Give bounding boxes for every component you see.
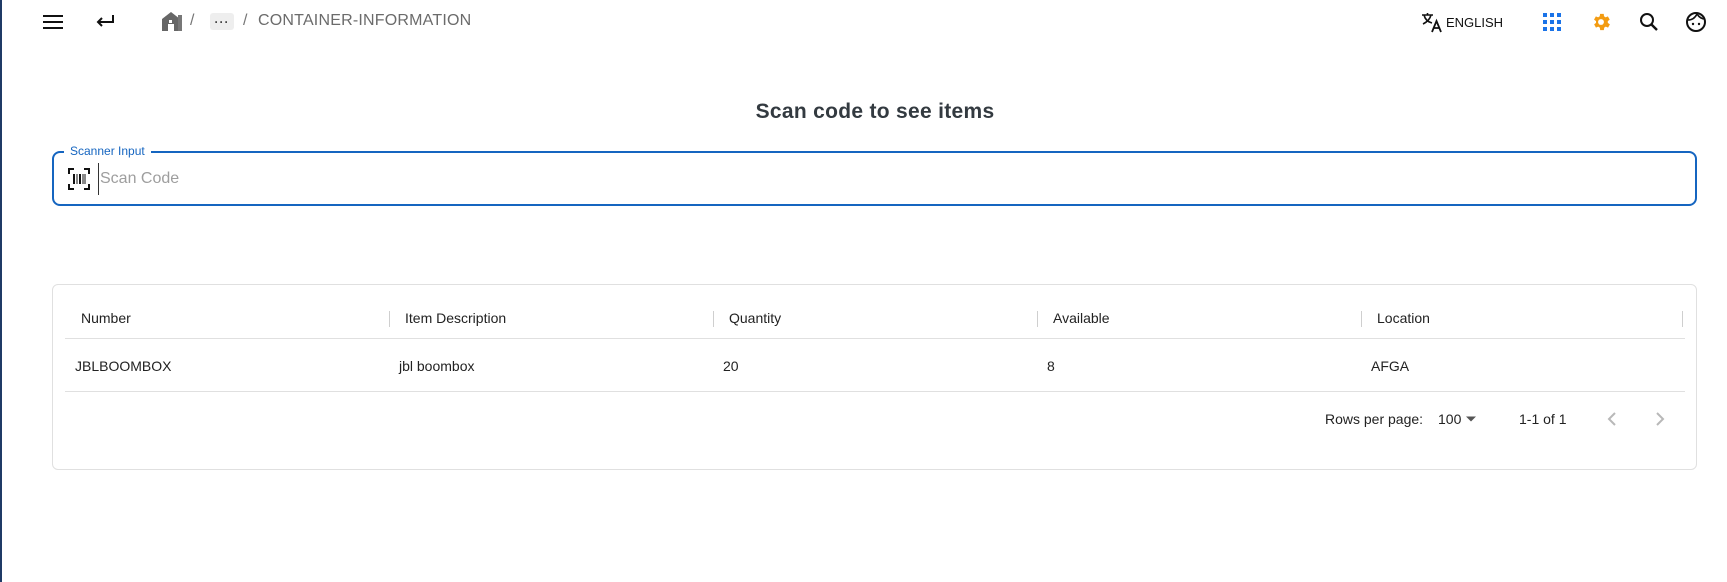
column-header-quantity[interactable]: Quantity bbox=[729, 297, 781, 339]
column-header-item-description[interactable]: Item Description bbox=[405, 297, 506, 339]
barcode-scan-icon bbox=[68, 168, 90, 190]
cell-available: 8 bbox=[1047, 358, 1055, 374]
home-icon bbox=[162, 12, 182, 31]
column-separator[interactable] bbox=[389, 311, 390, 327]
face-icon bbox=[1686, 12, 1706, 32]
scanner-input-label: Scanner Input bbox=[64, 143, 151, 159]
breadcrumb-current: CONTAINER-INFORMATION bbox=[258, 12, 472, 29]
scan-code-input[interactable] bbox=[98, 163, 1678, 195]
chevron-left-icon bbox=[1607, 412, 1616, 426]
table-header-row: Number Item Description Quantity Availab… bbox=[65, 297, 1685, 339]
back-icon bbox=[96, 15, 114, 27]
previous-page-button[interactable] bbox=[1600, 407, 1624, 431]
column-header-location[interactable]: Location bbox=[1377, 297, 1430, 339]
back-button[interactable] bbox=[92, 9, 118, 35]
column-separator[interactable] bbox=[1037, 311, 1038, 327]
gear-icon bbox=[1594, 13, 1610, 31]
dropdown-arrow-icon bbox=[1466, 416, 1477, 422]
menu-icon bbox=[43, 15, 63, 29]
cell-item-description: jbl boombox bbox=[399, 358, 475, 374]
translate-icon bbox=[1422, 13, 1442, 33]
page-title: Scan code to see items bbox=[755, 100, 995, 123]
search-button[interactable] bbox=[1636, 9, 1662, 35]
column-separator[interactable] bbox=[1682, 311, 1683, 327]
search-icon bbox=[1640, 13, 1658, 31]
next-page-button[interactable] bbox=[1648, 407, 1672, 431]
chevron-right-icon bbox=[1656, 412, 1665, 426]
table-row[interactable]: JBLBOOMBOX jbl boombox 20 8 AFGA bbox=[65, 340, 1685, 392]
scanner-input-field[interactable]: Scanner Input bbox=[52, 143, 1697, 206]
cell-location: AFGA bbox=[1371, 358, 1410, 374]
account-button[interactable] bbox=[1683, 9, 1709, 35]
column-separator[interactable] bbox=[713, 311, 714, 327]
table-pagination: Rows per page: 100 1-1 of 1 bbox=[65, 393, 1685, 445]
menu-button[interactable] bbox=[40, 9, 66, 35]
column-header-number[interactable]: Number bbox=[81, 297, 131, 339]
language-button[interactable]: ENGLISH bbox=[1420, 10, 1503, 34]
breadcrumb-separator: / bbox=[190, 12, 195, 29]
rows-per-page-label: Rows per page: bbox=[1325, 411, 1424, 427]
breadcrumb-ellipsis-button[interactable]: ··· bbox=[210, 13, 234, 30]
rows-per-page-select[interactable]: 100 bbox=[1438, 411, 1477, 427]
top-app-bar: / ··· / CONTAINER-INFORMATION ENGLISH bbox=[0, 0, 1727, 44]
breadcrumb-separator: / bbox=[243, 12, 248, 29]
column-header-available[interactable]: Available bbox=[1053, 297, 1110, 339]
cell-quantity: 20 bbox=[723, 358, 739, 374]
settings-button[interactable] bbox=[1588, 9, 1614, 35]
breadcrumb-home[interactable] bbox=[159, 9, 185, 33]
items-table: Number Item Description Quantity Availab… bbox=[52, 284, 1697, 470]
page-range-info: 1-1 of 1 bbox=[1519, 411, 1567, 427]
window-left-edge bbox=[0, 0, 2, 582]
rows-per-page-value: 100 bbox=[1438, 411, 1462, 427]
cell-number: JBLBOOMBOX bbox=[75, 358, 172, 374]
apps-button[interactable] bbox=[1540, 10, 1564, 34]
apps-grid-icon bbox=[1543, 13, 1561, 31]
column-separator[interactable] bbox=[1361, 311, 1362, 327]
language-label: ENGLISH bbox=[1446, 14, 1504, 30]
